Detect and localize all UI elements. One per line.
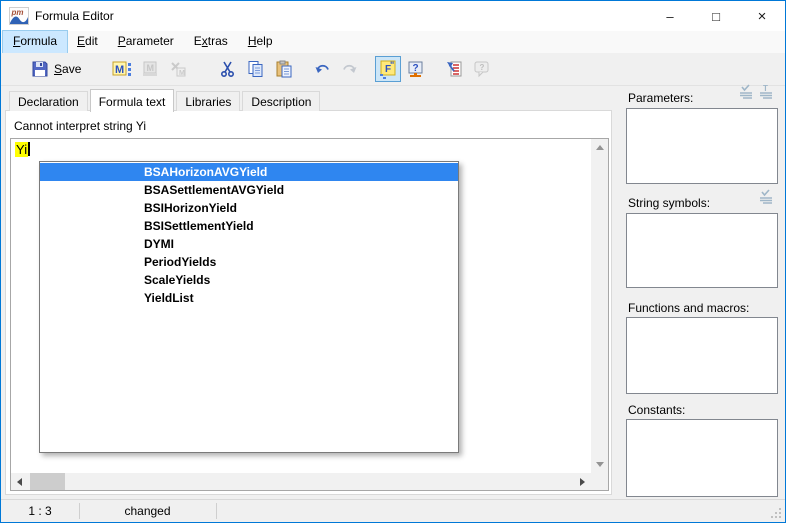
insert-macro-icon: M: [112, 60, 132, 78]
statusbar: 1 : 3 changed: [1, 499, 785, 522]
autocomplete-item[interactable]: YieldList: [40, 289, 458, 307]
scroll-right-button[interactable]: [574, 473, 591, 490]
autocomplete-item[interactable]: PeriodYields: [40, 253, 458, 271]
undo-icon: [313, 60, 331, 78]
svg-text:?: ?: [480, 63, 485, 72]
parameters-label: Parameters:: [628, 91, 693, 105]
save-button[interactable]: Save: [27, 56, 85, 82]
scroll-left-button[interactable]: [11, 473, 28, 490]
menu-extras[interactable]: Extras: [184, 31, 238, 53]
tabstrip: Declaration Formula text Libraries Descr…: [9, 89, 322, 111]
functions-label: Functions and macros:: [628, 301, 749, 315]
tab-libraries[interactable]: Libraries: [176, 91, 240, 111]
maximize-button[interactable]: □: [693, 1, 739, 31]
cut-icon: [219, 60, 237, 78]
cut-button[interactable]: [215, 56, 241, 82]
svg-text:?: ?: [413, 63, 419, 74]
window-title: Formula Editor: [35, 9, 114, 23]
redo-button[interactable]: [337, 56, 363, 82]
paste-button[interactable]: [271, 56, 297, 82]
svg-text:M: M: [179, 70, 185, 77]
delete-macro-icon: M: [169, 60, 187, 78]
horizontal-scroll-thumb[interactable]: [30, 473, 65, 490]
editor-line: Yi: [15, 142, 30, 158]
scroll-up-button[interactable]: [591, 139, 608, 156]
titlebar: pm Formula Editor – □ ×: [1, 1, 785, 31]
editor-horizontal-scrollbar[interactable]: [11, 473, 591, 490]
status-cursor-position: 1 : 3: [1, 500, 79, 522]
editor-vertical-scrollbar[interactable]: [591, 139, 608, 473]
app-icon: pm: [9, 7, 29, 25]
edit-macro-icon: M: [141, 60, 159, 78]
error-list-button[interactable]: [441, 56, 467, 82]
autocomplete-item[interactable]: BSIHorizonYield: [40, 199, 458, 217]
scrollbar-corner: [591, 473, 608, 490]
insert-macro-button[interactable]: M: [109, 56, 135, 82]
text-caret: [28, 142, 30, 156]
autocomplete-item[interactable]: ScaleYields: [40, 271, 458, 289]
syntax-check-icon: ?: [407, 60, 425, 78]
tab-declaration[interactable]: Declaration: [9, 91, 88, 111]
minimize-button[interactable]: –: [647, 1, 693, 31]
check-string-symbol-icon[interactable]: [758, 189, 774, 205]
svg-text:M: M: [115, 64, 124, 76]
text-parameter-icon[interactable]: T: [758, 84, 774, 100]
copy-button[interactable]: [243, 56, 269, 82]
menubar: Formula Edit Parameter Extras Help: [1, 31, 785, 53]
svg-text:T: T: [763, 84, 768, 93]
context-help-icon: ?: [473, 60, 491, 78]
editor-text: Yi: [15, 142, 28, 157]
menu-formula[interactable]: Formula: [3, 31, 67, 53]
autocomplete-popup: BSAHorizonAVGYield BSASettlementAVGYield…: [39, 161, 459, 453]
string-symbols-listbox[interactable]: [626, 213, 778, 288]
redo-icon: [341, 60, 359, 78]
menu-parameter[interactable]: Parameter: [108, 31, 184, 53]
string-symbols-label: String symbols:: [628, 196, 710, 210]
function-check-button[interactable]: F ": [375, 56, 401, 82]
save-label: Save: [54, 62, 81, 76]
formula-editor-window: pm Formula Editor – □ × Formula Edit Par…: [0, 0, 786, 523]
constants-label: Constants:: [628, 403, 685, 417]
save-icon: [31, 60, 49, 78]
function-check-icon: F ": [378, 59, 398, 79]
resize-grip[interactable]: [770, 507, 782, 519]
autocomplete-item[interactable]: BSAHorizonAVGYield: [40, 163, 458, 181]
status-modified-state: changed: [79, 500, 216, 522]
autocomplete-item[interactable]: DYMI: [40, 235, 458, 253]
syntax-check-button[interactable]: ?: [403, 56, 429, 82]
check-parameter-icon[interactable]: [738, 84, 754, 100]
edit-macro-button[interactable]: M: [137, 56, 163, 82]
tab-description[interactable]: Description: [242, 91, 320, 111]
parameters-listbox[interactable]: [626, 108, 778, 184]
error-message: Cannot interpret string Yi: [14, 119, 146, 133]
constants-listbox[interactable]: [626, 419, 778, 497]
menu-help[interactable]: Help: [238, 31, 283, 53]
functions-listbox[interactable]: [626, 317, 778, 394]
svg-text:pm: pm: [11, 8, 24, 17]
toolbar: Save M M M: [1, 53, 785, 86]
autocomplete-item[interactable]: BSISettlementYield: [40, 217, 458, 235]
menu-edit[interactable]: Edit: [67, 31, 108, 53]
close-button[interactable]: ×: [739, 1, 785, 31]
paste-icon: [275, 60, 293, 78]
scroll-down-button[interactable]: [591, 456, 608, 473]
svg-text:M: M: [147, 63, 155, 73]
tab-formula-text[interactable]: Formula text: [90, 89, 175, 112]
delete-macro-button[interactable]: M: [165, 56, 191, 82]
error-list-icon: [445, 60, 463, 78]
undo-button[interactable]: [309, 56, 335, 82]
autocomplete-item[interactable]: BSASettlementAVGYield: [40, 181, 458, 199]
context-help-button[interactable]: ?: [469, 56, 495, 82]
copy-icon: [247, 60, 265, 78]
svg-text:": ": [390, 60, 394, 70]
